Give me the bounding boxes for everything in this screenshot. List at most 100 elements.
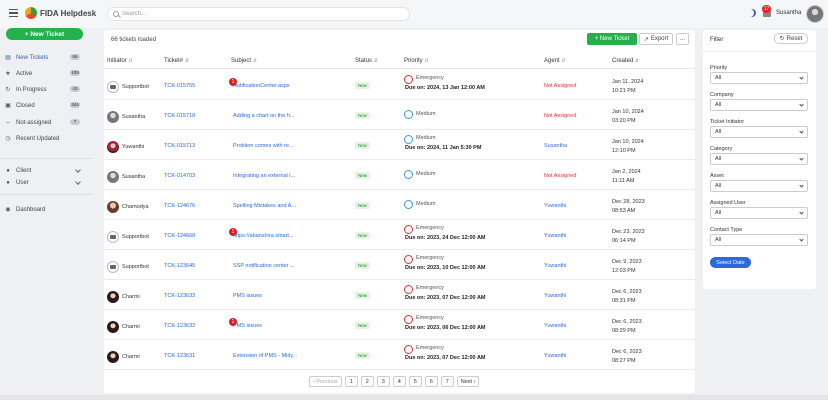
table-row[interactable]: Charmi TCK-123632 1 PMS issues New Emergency D… [104, 310, 695, 340]
page-2-button[interactable]: 2 [360, 376, 374, 387]
initiator-cell: Susantha [107, 171, 145, 183]
priority-label: Medium [416, 111, 436, 117]
next-page-button[interactable]: Next › [456, 376, 480, 387]
page-6-button[interactable]: 6 [424, 376, 438, 387]
sidebar-item-label: Active [16, 70, 33, 77]
ticket-link[interactable]: TCK-015755 [164, 83, 195, 89]
page-4-button[interactable]: 4 [392, 376, 406, 387]
subject-link[interactable]: SSP notification center ... [233, 263, 298, 269]
subject-link[interactable]: NotificationCenter.aspx [233, 83, 298, 89]
sidebar-item-client[interactable]: ● Client [5, 165, 83, 176]
priority-label: Emergency [416, 75, 444, 81]
filter-select-ticket-initiator[interactable]: All [710, 126, 808, 138]
more-button[interactable]: ... [676, 33, 689, 45]
ticket-link[interactable]: TCK-015713 [164, 143, 195, 149]
subject-link[interactable]: Problem comes with re... [233, 143, 298, 149]
table-row[interactable]: Susantha TCK-015718 Adding a chart on the … [104, 100, 695, 130]
sidebar-item-not-assigned[interactable]: – Not-assigned 7 [5, 117, 83, 128]
sidebar-item-recent-updated[interactable]: ◷ Recent Updated [5, 133, 83, 144]
created-time: 08:31 PM [612, 298, 636, 304]
priority-indicator-icon [404, 345, 413, 354]
subject-link[interactable]: PMS issues [233, 323, 298, 329]
sidebar-item-label: User [16, 179, 29, 186]
export-button[interactable]: ↗ Export [639, 33, 673, 45]
ticket-link[interactable]: TCK-123631 [164, 353, 195, 359]
search-bar[interactable] [107, 7, 410, 21]
subject-link[interactable]: https://abanshira.smart... [233, 233, 298, 239]
agent-cell[interactable]: Susantha [544, 143, 567, 149]
tickets-loaded-text: 66 tickets loaded [111, 37, 157, 43]
subject-link[interactable]: Spelling Mistakes and A... [233, 203, 298, 209]
ticket-link[interactable]: TCK-124668 [164, 233, 195, 239]
due-date: Due on: 2024, 13 Jan 12:00 AM [405, 85, 485, 91]
table-row[interactable]: Chamodya TCK-124676 Spelling Mistakes and … [104, 190, 695, 220]
ticket-link[interactable]: TCK-123632 [164, 323, 195, 329]
column-header-status[interactable]: Status ⇵ [355, 58, 378, 64]
filter-select-company[interactable]: All [710, 99, 808, 111]
dark-mode-icon[interactable] [748, 9, 756, 17]
filter-select-assigned-user[interactable]: All [710, 207, 808, 219]
ticket-link[interactable]: TCK-015718 [164, 113, 195, 119]
app-logo[interactable]: FIDA Helpdesk [25, 7, 96, 19]
filter-select-priority[interactable]: All [710, 72, 808, 84]
subject-link[interactable]: PMS issues [233, 293, 298, 299]
sidebar-item-new-tickets[interactable]: ▤ New Tickets 66 [5, 52, 83, 63]
column-header-agent[interactable]: Agent ⇵ [544, 58, 566, 64]
column-header-subject[interactable]: Subject ⇵ [231, 58, 257, 64]
column-header-created[interactable]: Created ⇵ [612, 58, 639, 64]
sidebar-item-in-progress[interactable]: ↻ In Progress 43 [5, 84, 83, 95]
table-row[interactable]: Charmi TCK-123633 PMS issues New Emergency Du… [104, 280, 695, 310]
sidebar-item-label: Recent Updated [16, 135, 60, 142]
column-header-priority[interactable]: Priority ⇵ [404, 58, 429, 64]
subject-link[interactable]: Adding a chart on the h... [233, 113, 298, 119]
ticket-link[interactable]: TCK-124676 [164, 203, 195, 209]
previous-page-button[interactable]: ‹ Previous [309, 376, 342, 387]
filter-select-contact-type[interactable]: All [710, 234, 808, 246]
sidebar-item-closed[interactable]: ▣ Closed 344 [5, 100, 83, 111]
select-date-button[interactable]: Select Date [710, 257, 751, 268]
sidebar-item-active[interactable]: ★ Active 109 [5, 68, 83, 79]
agent-cell[interactable]: Yuwanthi [544, 203, 566, 209]
ticket-link[interactable]: TCK-123645 [164, 263, 195, 269]
agent-cell[interactable]: Yuwanthi [544, 353, 566, 359]
filter-select-asset[interactable]: All [710, 180, 808, 192]
new-ticket-button[interactable]: + New Ticket [6, 28, 83, 40]
select-value: All [715, 75, 722, 81]
new-ticket-button[interactable]: + New Ticket [587, 33, 637, 45]
user-name[interactable]: Susantha [776, 10, 801, 16]
priority-indicator-icon [404, 75, 413, 84]
sidebar-item-user[interactable]: ● User [5, 177, 83, 188]
page-5-button[interactable]: 5 [408, 376, 422, 387]
column-header-ticket[interactable]: Ticket# ⇵ [164, 58, 189, 64]
avatar [107, 111, 119, 123]
avatar [107, 321, 119, 333]
agent-cell[interactable]: Yuwanthi [544, 233, 566, 239]
table-row[interactable]: Charmi TCK-123631 Extension of PMS - Midy.… [104, 340, 695, 370]
search-input[interactable] [122, 11, 392, 17]
menu-icon[interactable] [9, 9, 18, 17]
subject-link[interactable]: Extension of PMS - Midy... [233, 353, 298, 359]
sidebar-item-dashboard[interactable]: ◉ Dashboard [5, 204, 83, 215]
reset-button[interactable]: ↻ Reset [774, 33, 808, 44]
horizontal-scrollbar[interactable] [0, 395, 828, 400]
filter-select-category[interactable]: All [710, 153, 808, 165]
subject-link[interactable]: Integrating an external i... [233, 173, 298, 179]
agent-cell[interactable]: Yuwanthi [544, 293, 566, 299]
page-1-button[interactable]: 1 [344, 376, 358, 387]
ticket-link[interactable]: TCK-123633 [164, 293, 195, 299]
avatar[interactable] [806, 5, 824, 23]
table-row[interactable]: Susantha TCK-014703 Integrating an externa… [104, 160, 695, 190]
table-row[interactable]: Yuwanthi TCK-015713 Problem comes with re.… [104, 130, 695, 160]
table-row[interactable]: Supportbot TCK-124668 1 https://abanshira.s… [104, 220, 695, 250]
column-header-initiator[interactable]: Initiator ⇵ [107, 58, 133, 64]
count-badge: 7 [70, 119, 80, 125]
minus-icon: – [6, 119, 10, 126]
table-row[interactable]: Supportbot TCK-123645 SSP notification cen… [104, 250, 695, 280]
table-row[interactable]: Supportbot TCK-015755 1 NotificationCenter.… [104, 70, 695, 100]
page-7-button[interactable]: 7 [440, 376, 454, 387]
agent-cell[interactable]: Yuwanthi [544, 263, 566, 269]
agent-cell[interactable]: Yuwanthi [544, 323, 566, 329]
ticket-link[interactable]: TCK-014703 [164, 173, 195, 179]
page-3-button[interactable]: 3 [376, 376, 390, 387]
priority-label: Emergency [416, 255, 444, 261]
